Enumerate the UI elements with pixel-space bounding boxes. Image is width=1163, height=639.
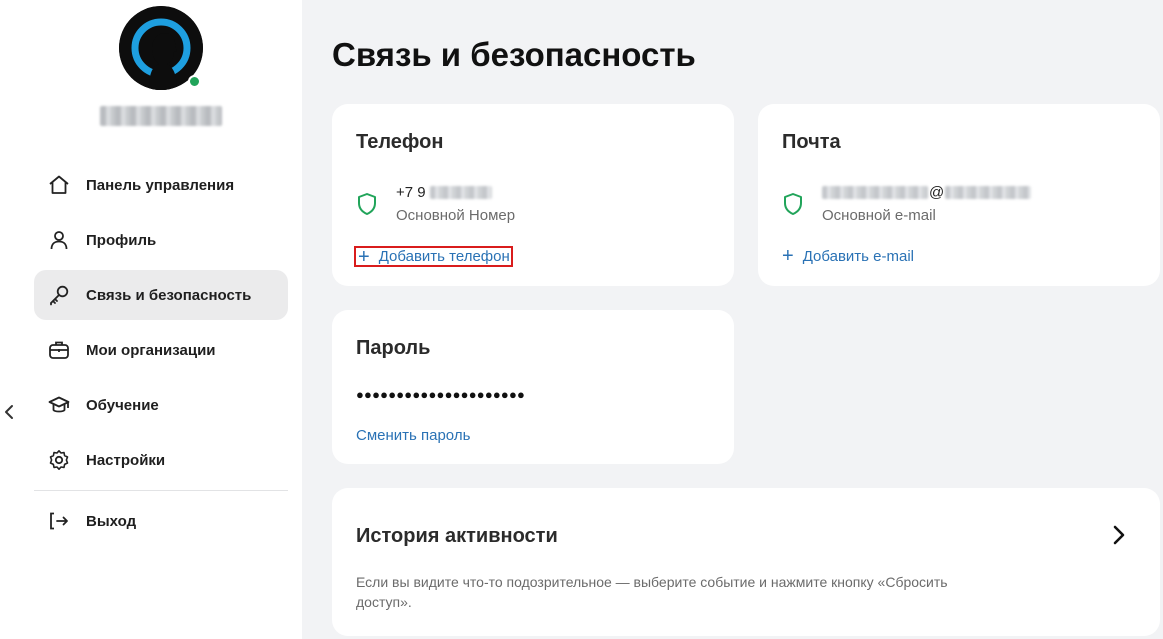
activity-history-card[interactable]: История активности Если вы видите что-то… xyxy=(332,488,1160,636)
sidebar-item-organizations[interactable]: Мои организации xyxy=(34,325,288,375)
add-email-label: Добавить e-mail xyxy=(802,247,914,265)
username-blurred xyxy=(100,106,222,126)
sidebar-item-label: Настройки xyxy=(86,451,166,469)
phone-subtitle: Основной Номер xyxy=(396,207,516,224)
sidebar-item-label: Панель управления xyxy=(86,176,235,194)
change-password-link[interactable]: Сменить пароль xyxy=(356,427,470,444)
password-masked: ●●●●●●●●●●●●●●●●●●●●● xyxy=(356,387,526,402)
home-icon xyxy=(48,174,70,196)
phone-card-title: Телефон xyxy=(356,131,444,153)
chevron-left-icon xyxy=(5,405,13,419)
briefcase-icon xyxy=(48,339,70,361)
phone-number-prefix: +7 9 xyxy=(396,183,426,201)
sidebar-item-dashboard[interactable]: Панель управления xyxy=(34,160,288,210)
phone-contact-row: +7 9 Основной Номер xyxy=(356,182,515,224)
plus-icon: + xyxy=(358,245,370,268)
email-domain-blurred xyxy=(945,185,1032,199)
phone-card: Телефон +7 9 Основной Номер + Добавить т… xyxy=(332,104,734,286)
shield-icon xyxy=(784,193,802,215)
sidebar-item-settings[interactable]: Настройки xyxy=(34,435,288,485)
phone-number-blurred xyxy=(429,185,492,199)
sidebar: Панель управления Профиль Связь и безопа… xyxy=(0,0,302,639)
sidebar-nav: Панель управления Профиль Связь и безопа… xyxy=(34,160,288,551)
sidebar-item-logout[interactable]: Выход xyxy=(34,496,288,546)
graduation-cap-icon xyxy=(48,394,70,416)
password-card-title: Пароль xyxy=(356,337,431,359)
nav-divider xyxy=(34,490,288,491)
shield-icon xyxy=(358,193,376,215)
page-title: Связь и безопасность xyxy=(332,36,696,73)
sidebar-item-label: Профиль xyxy=(86,231,157,249)
activity-history-description: Если вы видите что-то подозрительное — в… xyxy=(356,574,948,610)
mail-card-title: Почта xyxy=(782,131,841,153)
add-phone-label: Добавить телефон xyxy=(378,248,510,265)
chevron-right-icon xyxy=(1113,525,1125,545)
sidebar-item-label: Связь и безопасность xyxy=(86,286,252,304)
activity-history-title: История активности xyxy=(356,525,558,547)
sidebar-item-security[interactable]: Связь и безопасность xyxy=(34,270,288,320)
sidebar-item-learning[interactable]: Обучение xyxy=(34,380,288,430)
sidebar-item-label: Мои организации xyxy=(86,341,216,359)
add-phone-button[interactable]: + Добавить телефон xyxy=(354,246,513,267)
password-card: Пароль ●●●●●●●●●●●●●●●●●●●●● Сменить пар… xyxy=(332,310,734,464)
sidebar-item-profile[interactable]: Профиль xyxy=(34,215,288,265)
mail-subtitle: Основной e-mail xyxy=(822,207,936,224)
mail-contact-row: @ Основной e-mail xyxy=(782,182,1032,224)
key-icon xyxy=(48,284,70,306)
plus-icon: + xyxy=(782,245,794,267)
email-address: @ xyxy=(822,182,1032,202)
sidebar-item-label: Выход xyxy=(86,512,137,530)
online-status-dot xyxy=(188,75,201,88)
email-local-blurred xyxy=(822,185,928,199)
sidebar-item-label: Обучение xyxy=(86,396,159,414)
gear-icon xyxy=(48,449,70,471)
add-email-button[interactable]: + Добавить e-mail xyxy=(782,245,914,267)
logout-icon xyxy=(48,510,70,532)
email-at-symbol: @ xyxy=(929,183,945,201)
phone-number: +7 9 xyxy=(396,182,515,202)
mail-card: Почта @ Основной e-mail + Добавить e-mai… xyxy=(758,104,1160,286)
avatar[interactable] xyxy=(119,6,205,92)
collapse-sidebar-button[interactable] xyxy=(0,398,18,426)
user-icon xyxy=(48,229,70,251)
